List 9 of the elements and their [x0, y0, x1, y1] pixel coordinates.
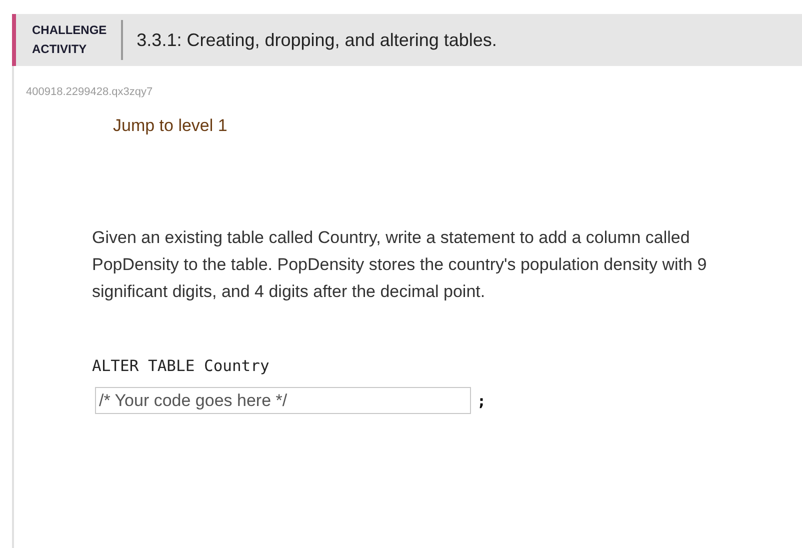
- jump-link[interactable]: Jump to level 1: [113, 116, 228, 136]
- prompt-text: Given an existing table called Country, write a statement to add a column called PopDensity to the table. PopDensity stores the country's population density with 9 significant digits, and 4 digits after the decimal point.: [92, 227, 708, 303]
- code-input-field[interactable]: /* Your code goes here */: [95, 387, 471, 414]
- activity-label: ACTIVITY: [32, 41, 88, 58]
- activity-label: CHALLENGE: [32, 22, 107, 39]
- semicolon: ;: [477, 392, 486, 410]
- activity-id: 400918.2299428.qx3zqy7: [26, 86, 153, 98]
- code-line: ALTER TABLE Country: [92, 357, 270, 375]
- activity-title: 3.3.1: Creating, dropping, and altering tables.: [136, 30, 497, 50]
